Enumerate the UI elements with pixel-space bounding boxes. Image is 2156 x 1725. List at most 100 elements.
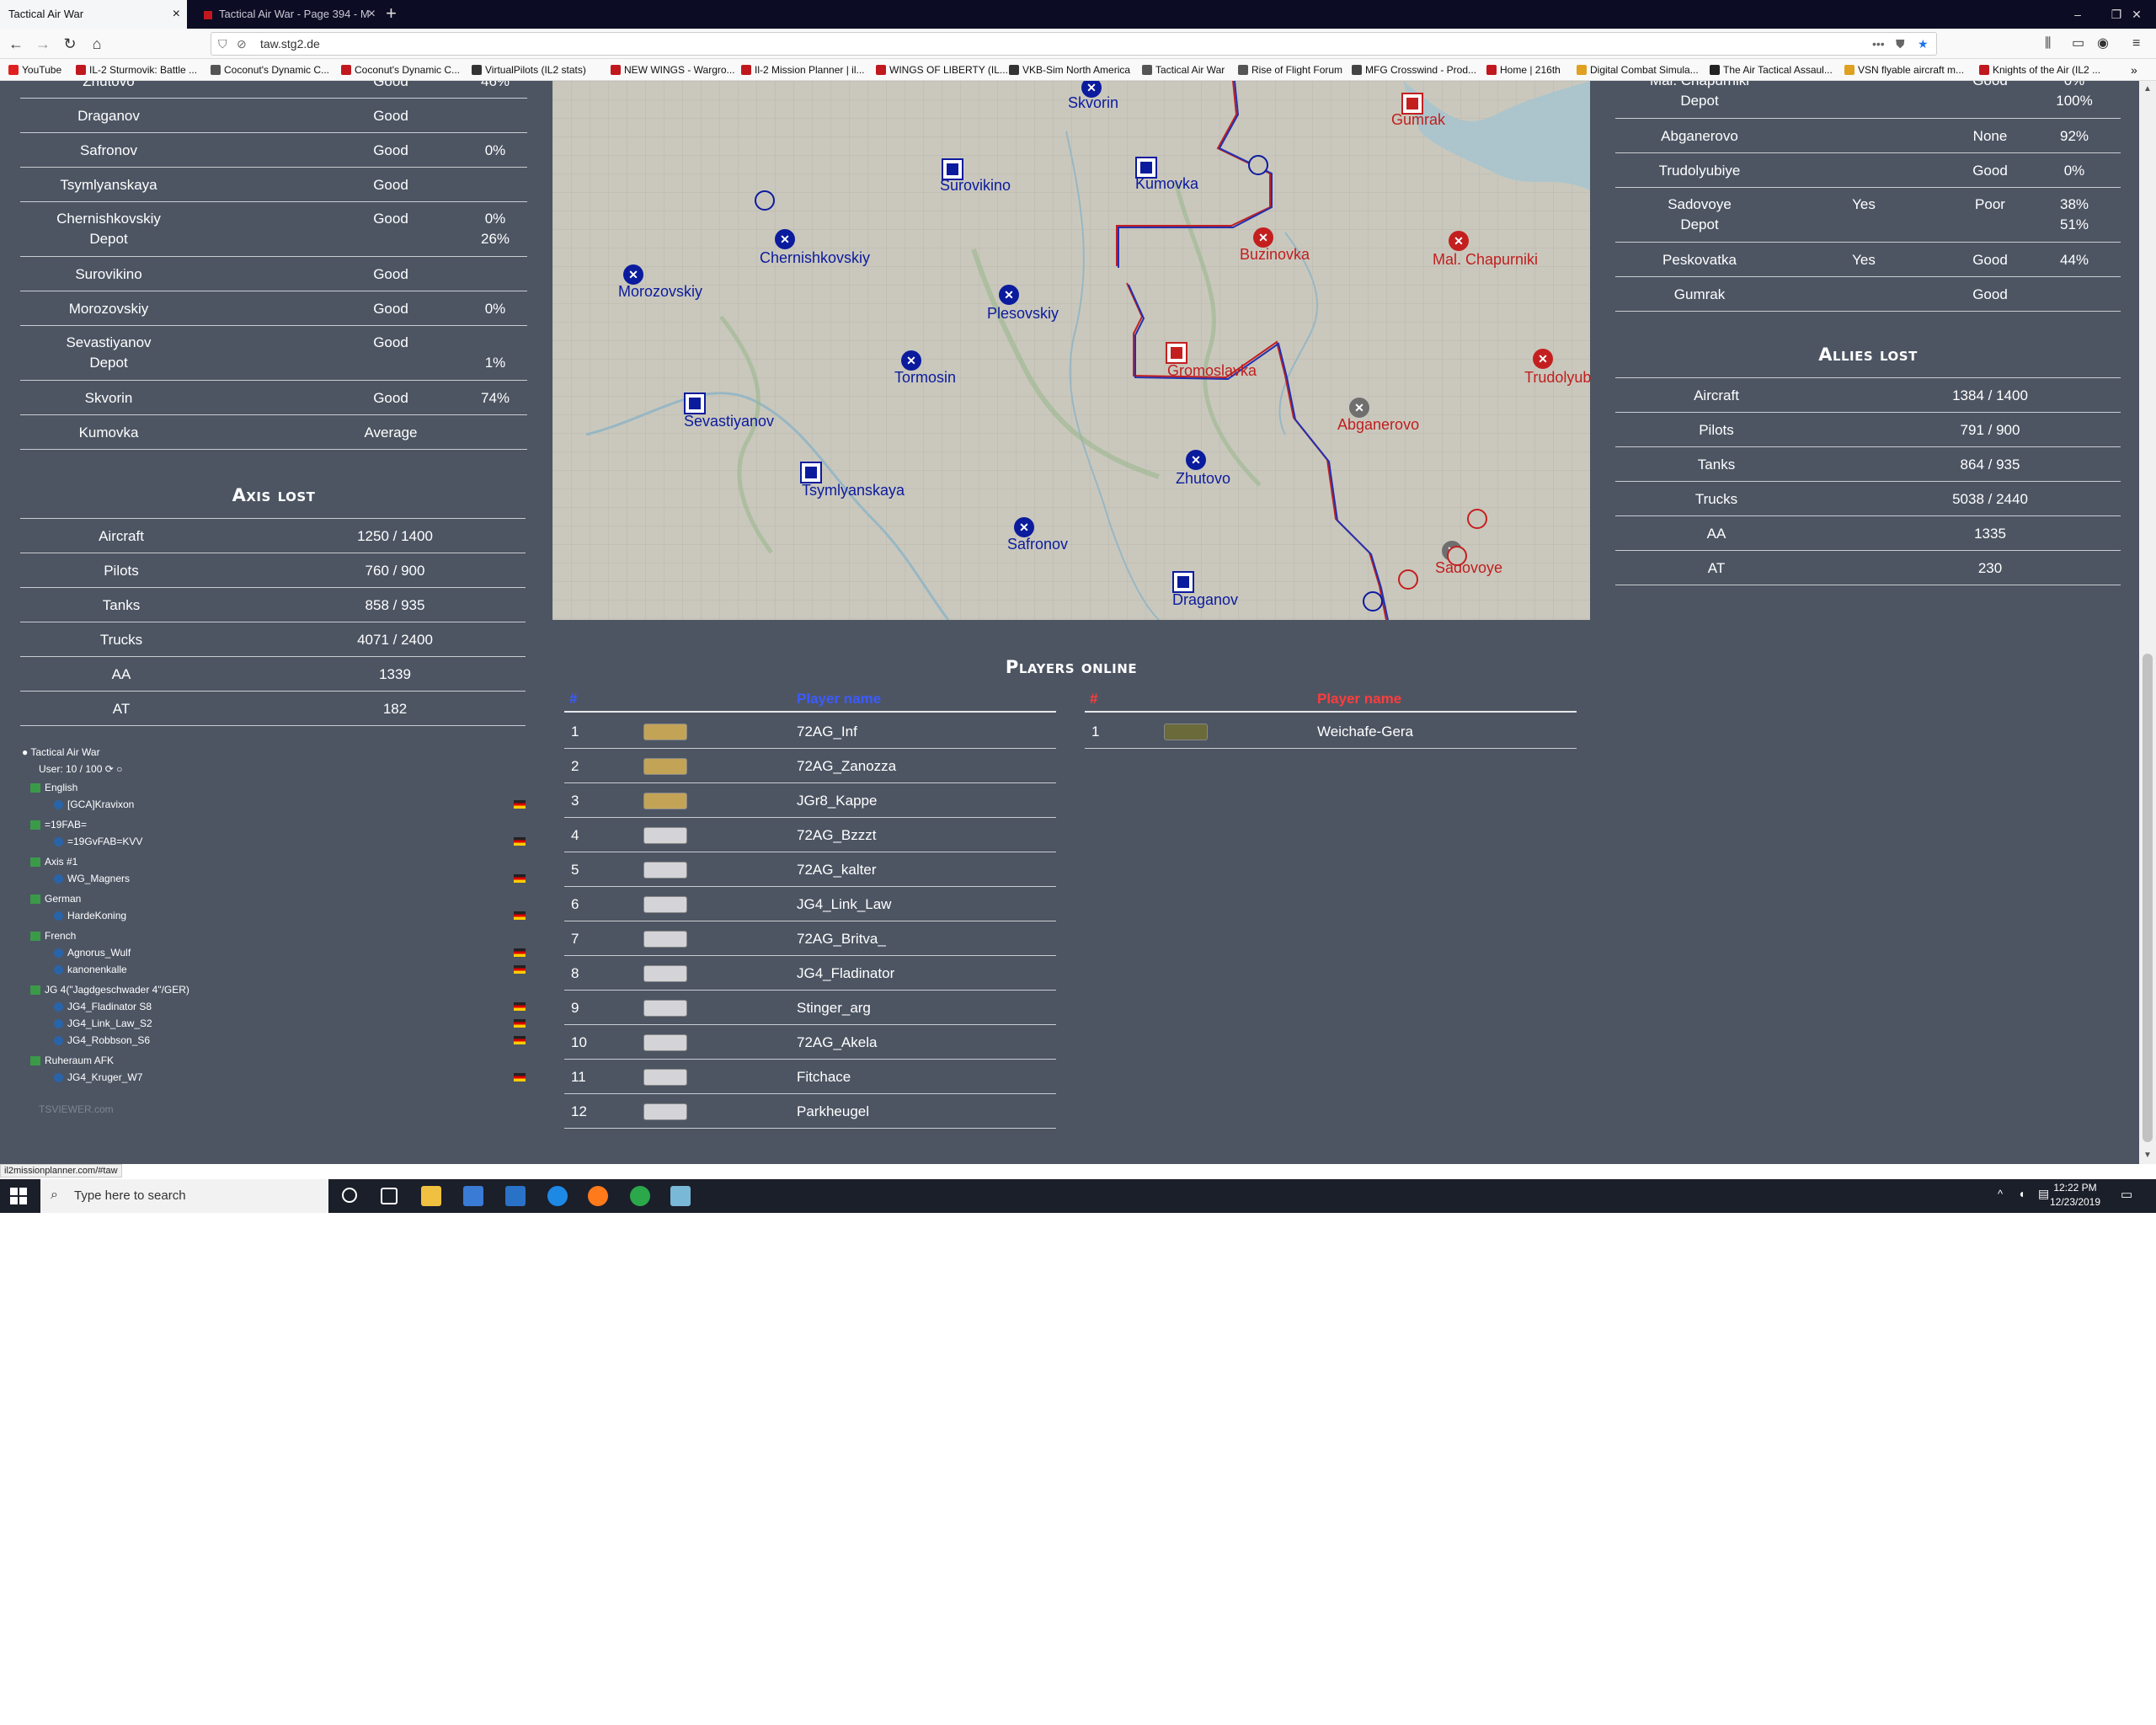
windows-start-icon[interactable] bbox=[10, 1188, 27, 1204]
player-row[interactable]: 3 JGr8_Kappe bbox=[564, 783, 1056, 818]
teamspeak-user[interactable]: kanonenkalle bbox=[54, 964, 127, 975]
bookmark-star-icon[interactable]: ★ bbox=[1918, 33, 1929, 55]
depot-marker-icon[interactable] bbox=[1166, 342, 1187, 364]
close-window-icon[interactable]: ✕ bbox=[2117, 0, 2156, 29]
bookmark-item[interactable]: NEW WINGS - Wargro... bbox=[611, 59, 735, 81]
teamspeak-user[interactable]: [GCA]Kravixon bbox=[54, 798, 134, 810]
scrollbar-thumb[interactable] bbox=[2143, 654, 2153, 1142]
player-row[interactable]: 11 Fitchace bbox=[564, 1060, 1056, 1094]
airfield-marker-icon[interactable]: ✕ bbox=[1186, 450, 1206, 470]
store-icon[interactable] bbox=[463, 1186, 483, 1206]
teamspeak-user[interactable]: WG_Magners bbox=[54, 873, 130, 884]
url-text[interactable]: taw.stg2.de bbox=[260, 33, 320, 55]
teamspeak-user[interactable]: JG4_Link_Law_S2 bbox=[54, 1017, 152, 1029]
airfield-marker-icon[interactable]: ✕ bbox=[1349, 398, 1369, 418]
scroll-down-arrow-icon[interactable]: ▼ bbox=[2139, 1147, 2156, 1164]
player-row[interactable]: 10 72AG_Akela bbox=[564, 1025, 1056, 1060]
teamspeak-channel[interactable]: JG 4("Jagdgeschwader 4"/GER) bbox=[30, 984, 189, 996]
teamspeak-channel[interactable]: Axis #1 bbox=[30, 856, 77, 868]
bookmark-item[interactable]: Coconut's Dynamic C... bbox=[341, 59, 460, 81]
forward-arrow-icon[interactable]: → bbox=[30, 29, 56, 59]
bookmark-item[interactable]: Home | 216th bbox=[1486, 59, 1561, 81]
bookmark-item[interactable]: Tactical Air War bbox=[1142, 59, 1225, 81]
close-tab-icon[interactable]: × bbox=[173, 0, 180, 29]
teamspeak-channel[interactable]: French bbox=[30, 930, 76, 942]
teamspeak-server-name[interactable]: ● Tactical Air War bbox=[22, 746, 100, 758]
library-icon[interactable]: ⫼ bbox=[2045, 29, 2051, 59]
notifications-icon[interactable]: ▭ bbox=[2121, 1187, 2132, 1202]
player-row[interactable]: 8 JG4_Fladinator bbox=[564, 956, 1056, 991]
map-ring-marker-icon[interactable] bbox=[755, 190, 775, 211]
airfield-marker-icon[interactable]: ✕ bbox=[775, 229, 795, 249]
player-row[interactable]: 7 72AG_Britva_ bbox=[564, 921, 1056, 956]
bookmark-item[interactable]: Knights of the Air (IL2 ... bbox=[1979, 59, 2100, 81]
bookmark-item[interactable]: Rise of Flight Forum bbox=[1238, 59, 1342, 81]
teamspeak-user[interactable]: =19GvFAB=KVV bbox=[54, 836, 142, 847]
airfield-marker-icon[interactable]: ✕ bbox=[623, 264, 643, 285]
account-icon[interactable]: ◉ bbox=[2097, 29, 2109, 59]
close-tab-icon[interactable]: × bbox=[368, 0, 376, 29]
map-ring-marker-icon[interactable] bbox=[1467, 509, 1487, 529]
depot-marker-icon[interactable] bbox=[800, 462, 822, 483]
teamspeak-channel[interactable]: Ruheraum AFK bbox=[30, 1055, 114, 1066]
player-row[interactable]: 5 72AG_kalter bbox=[564, 852, 1056, 887]
teamspeak-user[interactable]: Agnorus_Wulf bbox=[54, 947, 131, 959]
pocket-icon[interactable]: ⛊ bbox=[1896, 33, 1905, 55]
mail-icon[interactable] bbox=[505, 1186, 526, 1206]
player-row[interactable]: 6 JG4_Link_Law bbox=[564, 887, 1056, 921]
bookmark-item[interactable]: WINGS OF LIBERTY (IL... bbox=[876, 59, 1008, 81]
teamspeak-channel[interactable]: English bbox=[30, 782, 77, 793]
volume-icon[interactable]: ◖ bbox=[2018, 1187, 2025, 1200]
map-ring-marker-icon[interactable] bbox=[1248, 155, 1268, 175]
airfield-marker-icon[interactable]: ✕ bbox=[1014, 517, 1034, 537]
map-ring-marker-icon[interactable] bbox=[1398, 569, 1418, 590]
address-bar[interactable]: ⛉ ⊘ taw.stg2.de ••• ⛊ ★ bbox=[211, 32, 1937, 56]
teamspeak-user[interactable]: HardeKoning bbox=[54, 910, 126, 921]
bookmark-item[interactable]: Coconut's Dynamic C... bbox=[211, 59, 329, 81]
menu-icon[interactable]: ≡ bbox=[2132, 29, 2140, 59]
bookmark-item[interactable]: VSN flyable aircraft m... bbox=[1844, 59, 1964, 81]
teamspeak-channel[interactable]: German bbox=[30, 893, 81, 905]
lock-icon[interactable]: ⊘ bbox=[237, 33, 247, 55]
chrome-icon[interactable] bbox=[630, 1186, 650, 1206]
airfield-marker-icon[interactable]: ✕ bbox=[1533, 349, 1553, 369]
tab-forum-page[interactable]: Tactical Air War - Page 394 - M × bbox=[195, 0, 382, 29]
teamspeak-user[interactable]: JG4_Robbson_S6 bbox=[54, 1034, 150, 1046]
page-scrollbar[interactable]: ▲ ▼ bbox=[2139, 81, 2156, 1164]
airfield-marker-icon[interactable]: ✕ bbox=[999, 285, 1019, 305]
app-icon[interactable] bbox=[670, 1186, 691, 1206]
reload-icon[interactable]: ↻ bbox=[57, 29, 83, 59]
back-arrow-icon[interactable]: ← bbox=[3, 29, 29, 59]
bookmark-item[interactable]: YouTube bbox=[8, 59, 61, 81]
task-view-icon[interactable] bbox=[381, 1188, 398, 1204]
player-row[interactable]: 1 72AG_Inf bbox=[564, 714, 1056, 749]
bookmark-item[interactable]: Digital Combat Simula... bbox=[1577, 59, 1699, 81]
taskbar-clock[interactable]: 12:22 PM 12/23/2019 bbox=[2041, 1181, 2109, 1210]
bookmark-item[interactable]: The Air Tactical Assaul... bbox=[1710, 59, 1833, 81]
teamspeak-footer-link[interactable]: TSVIEWER.com bbox=[39, 1103, 114, 1115]
shield-icon[interactable]: ⛉ bbox=[218, 33, 227, 55]
bookmark-item[interactable]: VKB-Sim North America bbox=[1009, 59, 1130, 81]
bookmark-item[interactable]: MFG Crosswind - Prod... bbox=[1352, 59, 1476, 81]
file-explorer-icon[interactable] bbox=[421, 1186, 441, 1206]
teamspeak-user[interactable]: JG4_Kruger_W7 bbox=[54, 1071, 142, 1083]
player-row[interactable]: 1 Weichafe-Gera bbox=[1085, 714, 1577, 749]
player-row[interactable]: 12 Parkheugel bbox=[564, 1094, 1056, 1129]
tab-tactical-air-war[interactable]: Tactical Air War × bbox=[0, 0, 187, 29]
player-row[interactable]: 4 72AG_Bzzzt bbox=[564, 818, 1056, 852]
cortana-icon[interactable] bbox=[342, 1188, 357, 1203]
teamspeak-channel[interactable]: =19FAB= bbox=[30, 819, 87, 830]
taskbar-search-input[interactable]: Type here to search bbox=[40, 1179, 328, 1213]
bookmark-item[interactable]: IL-2 Sturmovik: Battle ... bbox=[76, 59, 197, 81]
new-tab-plus-icon[interactable]: + bbox=[386, 0, 399, 29]
sidebar-icon[interactable]: ▭ bbox=[2072, 29, 2084, 59]
bookmark-item[interactable]: Il-2 Mission Planner | il... bbox=[741, 59, 865, 81]
player-row[interactable]: 2 72AG_Zanozza bbox=[564, 749, 1056, 783]
map-ring-marker-icon[interactable] bbox=[1447, 546, 1467, 566]
edge-icon[interactable] bbox=[547, 1186, 568, 1206]
depot-marker-icon[interactable] bbox=[1172, 571, 1194, 593]
minimize-icon[interactable]: – bbox=[2058, 0, 2097, 29]
tray-chevron-icon[interactable]: ^ bbox=[1998, 1188, 2003, 1200]
map[interactable]: ✕ Skvorin Gumrak Surovikino Kumovka ✕ Chernish… bbox=[552, 81, 1591, 620]
teamspeak-user[interactable]: JG4_Fladinator S8 bbox=[54, 1001, 152, 1012]
